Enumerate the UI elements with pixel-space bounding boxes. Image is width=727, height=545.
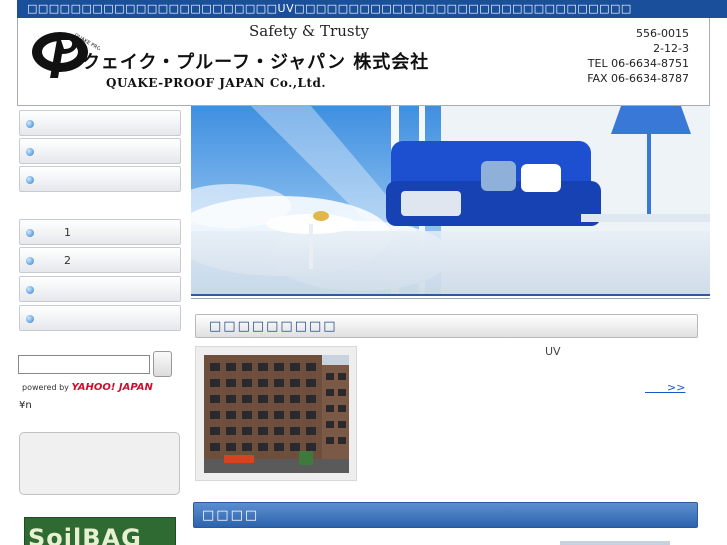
hero-image	[191, 106, 710, 296]
postal-code: 556-0015	[636, 27, 689, 40]
building-photo-frame	[195, 346, 357, 481]
section-title-2: □□□□	[202, 508, 260, 523]
soilbag-banner[interactable]: SoilBAG	[24, 517, 176, 545]
living-room-illustration	[191, 106, 710, 294]
tel-number: TEL 06-6634-8751	[587, 57, 689, 70]
top-banner: □□□□□□□□□□□□□□□□□□□□□□□UV□□□□□□□□□□□□□□□…	[17, 0, 727, 18]
sidebar-item-2[interactable]	[19, 138, 181, 164]
sidebar-item-4[interactable]: 1	[19, 219, 181, 245]
uv-text: UV	[545, 345, 561, 358]
bottom-decoration	[560, 541, 670, 545]
read-more-link[interactable]: >>	[645, 379, 685, 395]
hero-divider	[191, 298, 710, 299]
soilbag-banner-text: SoilBAG	[28, 524, 142, 545]
search-input[interactable]	[18, 355, 150, 374]
page: □□□□□□□□□□□□□□□□□□□□□□□UV□□□□□□□□□□□□□□□…	[0, 0, 727, 545]
sidebar-item-5[interactable]: 2	[19, 247, 181, 273]
building-illustration	[204, 355, 349, 473]
section-header: □□□□□□□□□	[195, 314, 698, 338]
bullet-icon	[26, 176, 34, 184]
info-box	[19, 432, 180, 495]
stray-text: ¥n	[19, 400, 32, 411]
powered-by: powered by YAHOO! JAPAN	[22, 382, 153, 393]
sidebar-item-7[interactable]	[19, 305, 181, 331]
search-button[interactable]	[153, 351, 172, 377]
top-banner-text: □□□□□□□□□□□□□□□□□□□□□□□UV□□□□□□□□□□□□□□□…	[27, 2, 632, 15]
sidebar-item-label: 1	[64, 226, 71, 239]
bullet-icon	[26, 120, 34, 128]
address: 2-12-3	[653, 42, 689, 55]
yahoo-logo: YAHOO! JAPAN	[71, 382, 153, 393]
company-name-jp: クェイク・プルーフ・ジャパン 株式会社	[82, 52, 430, 73]
sidebar-item-label: 2	[64, 254, 71, 267]
fax-number: FAX 06-6634-8787	[587, 72, 689, 85]
bullet-icon	[26, 315, 34, 323]
sidebar-item-3[interactable]	[19, 166, 181, 192]
section-header-2: □□□□	[193, 502, 698, 528]
bullet-icon	[26, 257, 34, 265]
building-photo	[204, 355, 349, 473]
contact-block: 556-0015 2-12-3 TEL 06-6634-8751 FAX 06-…	[587, 26, 689, 86]
powered-by-text: powered by	[22, 383, 69, 392]
sidebar-item-6[interactable]	[19, 276, 181, 302]
sidebar-item-1[interactable]	[19, 110, 181, 136]
company-name-en: QUAKE-PROOF JAPAN Co.,Ltd.	[106, 76, 327, 90]
section-title: □□□□□□□□□	[209, 319, 338, 334]
tagline: Safety & Trusty	[249, 22, 370, 40]
bullet-icon	[26, 229, 34, 237]
site-header: QUAKE PROOF JAPAN Safety & Trusty クェイク・プ…	[17, 18, 710, 106]
sidebar: 1 2 powered by YAHOO! JAPAN ¥n SoilBAG	[17, 106, 185, 545]
bullet-icon	[26, 148, 34, 156]
bullet-icon	[26, 286, 34, 294]
